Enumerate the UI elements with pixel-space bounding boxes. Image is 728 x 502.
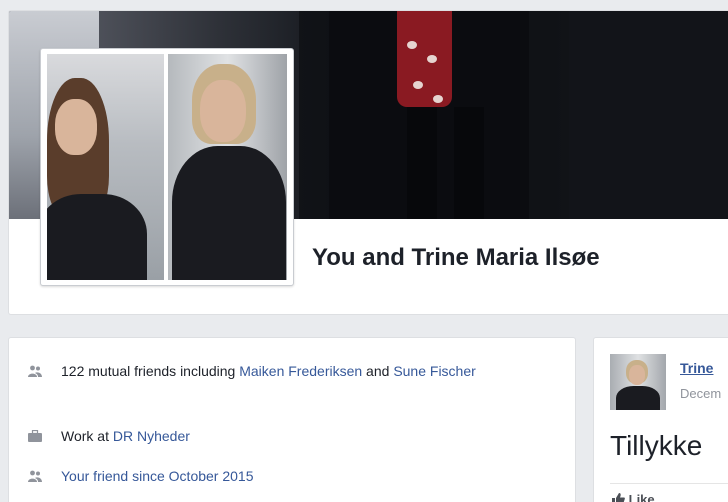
profile-header: You and Trine Maria Ilsøe [8,10,728,315]
friend-photo-right[interactable] [168,54,287,280]
post-card: Trine Decem Tillykke Like [593,337,728,502]
friend-photo-left[interactable] [47,54,164,280]
people-icon [28,470,42,482]
intro-card: 122 mutual friends including Maiken Fred… [8,337,576,502]
briefcase-icon [28,430,42,442]
post-author-link[interactable]: Trine [680,360,713,376]
avatar[interactable] [610,354,666,410]
mutual-friend-link-1[interactable]: Maiken Frederiksen [239,363,362,379]
profile-pictures [40,48,294,286]
post-text: Tillykke [610,430,703,461]
mutual-friend-link-2[interactable]: Sune Fischer [393,363,475,379]
page-title: You and Trine Maria Ilsøe [312,244,600,271]
employer-link[interactable]: DR Nyheder [113,428,190,444]
divider [610,483,728,484]
friend-since-link[interactable]: Your friend since October 2015 [61,468,254,484]
people-icon [28,365,42,377]
post-timestamp[interactable]: Decem [680,386,721,401]
